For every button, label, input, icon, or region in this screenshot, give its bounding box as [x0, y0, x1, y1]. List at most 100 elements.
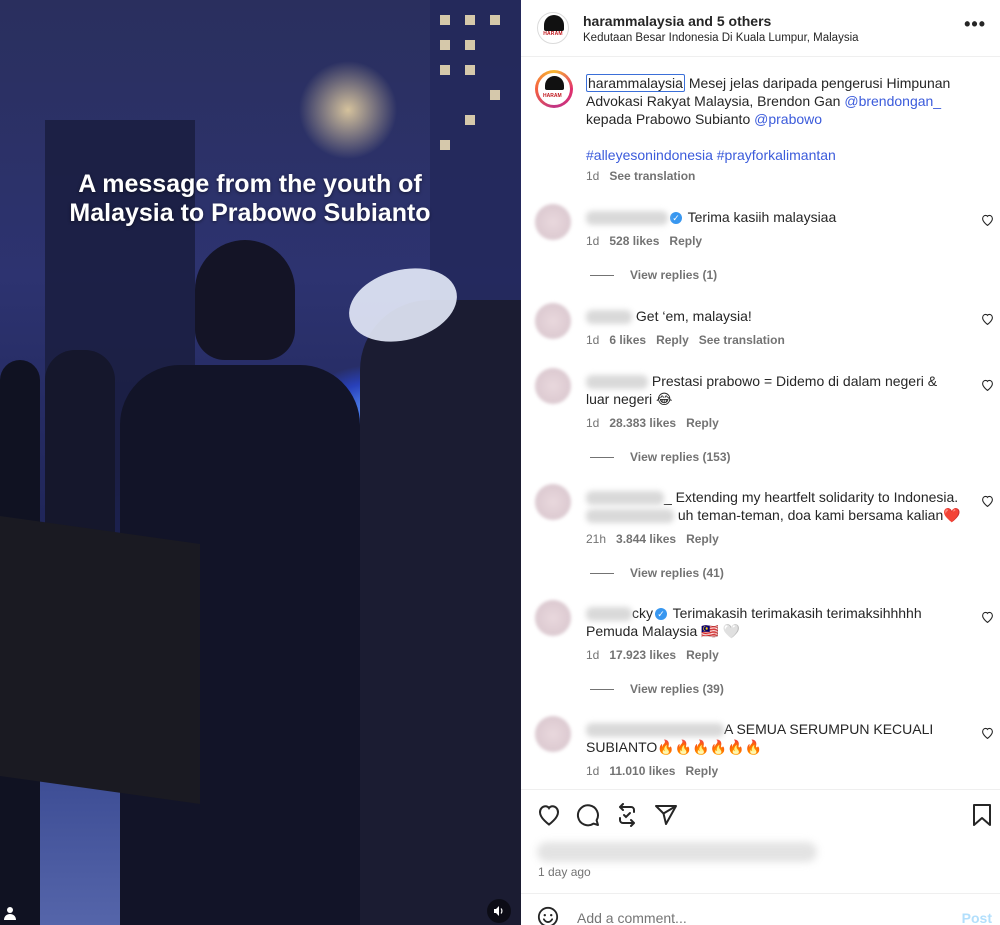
commenter-username[interactable] — [586, 491, 664, 506]
view-replies-button[interactable]: View replies (1) — [590, 268, 717, 282]
hashtag-link[interactable]: #alleyesonindonesia — [586, 147, 713, 163]
comment-like-heart-icon[interactable] — [981, 313, 994, 328]
repost-icon[interactable] — [614, 802, 640, 828]
see-translation-button[interactable]: See translation — [699, 333, 785, 347]
comment-body: Get ‘em, malaysia! — [635, 308, 752, 324]
comment-body: Prestasi prabowo = Didemo di dalam neger… — [651, 373, 938, 389]
view-replies-button[interactable]: View replies (41) — [590, 566, 724, 580]
building-window — [440, 15, 450, 25]
caption-time: 1d — [586, 169, 600, 183]
commenter-username[interactable] — [586, 723, 724, 738]
comment-text: ✓ Terima kasiih malaysiaa — [586, 208, 971, 226]
commenter-avatar[interactable] — [535, 368, 571, 404]
view-replies-button[interactable]: View replies (39) — [590, 682, 724, 696]
comment-time: 1d — [586, 648, 600, 662]
user-tag-icon[interactable] — [3, 906, 17, 923]
mention-link[interactable]: @prabowo — [754, 111, 822, 127]
comment-item: Get ‘em, malaysia! 1d 6 likes Reply See tra… — [521, 301, 1000, 361]
view-replies-label: View replies (39) — [630, 682, 724, 696]
commenter-username[interactable] — [586, 607, 632, 622]
replies-line — [590, 456, 614, 458]
commenter-avatar[interactable] — [535, 600, 571, 636]
person-head — [195, 240, 295, 360]
mention-link[interactable]: @brendongan_ — [844, 93, 941, 109]
view-replies-label: View replies (1) — [630, 268, 718, 282]
building-window — [465, 15, 475, 25]
building-window — [440, 65, 450, 75]
commenter-avatar[interactable] — [535, 204, 571, 240]
commenter-username[interactable] — [586, 211, 668, 226]
post-actions: 1 day ago — [521, 789, 1000, 893]
post-header: HARAM harammalaysia and 5 others Kedutaa… — [521, 0, 1000, 57]
commenter-username[interactable] — [586, 310, 632, 325]
comment-likes[interactable]: 17.923 likes — [609, 648, 676, 662]
comment-likes[interactable]: 28.383 likes — [609, 416, 676, 430]
liked-by-summary[interactable] — [537, 842, 817, 862]
reply-button[interactable]: Reply — [686, 416, 719, 430]
verified-badge-icon: ✓ — [670, 212, 682, 225]
comment-time: 1d — [586, 234, 600, 248]
comment-icon[interactable] — [575, 802, 601, 828]
logo-shape — [545, 76, 564, 90]
author-avatar[interactable]: HARAM — [537, 12, 569, 44]
more-options-button[interactable]: ••• — [964, 14, 986, 35]
caption-meta: 1d See translation — [586, 167, 986, 185]
comment-likes[interactable]: 528 likes — [609, 234, 659, 248]
comment-meta: 1d 11.010 likes Reply — [586, 764, 718, 778]
post-comment-button[interactable]: Post — [962, 910, 992, 925]
comment-like-heart-icon[interactable] — [981, 495, 994, 510]
comment-body-cont: Pemuda Malaysia 🇲🇾 🤍 — [586, 623, 740, 639]
reply-button[interactable]: Reply — [669, 234, 702, 248]
collaborators-link[interactable]: and 5 others — [688, 13, 771, 29]
commenter-avatar[interactable] — [535, 303, 571, 339]
caption-author-avatar[interactable]: HARAM — [535, 70, 573, 108]
verified-badge-icon: ✓ — [655, 608, 667, 621]
building-window — [465, 40, 475, 50]
building-window — [440, 140, 450, 150]
see-translation-button[interactable]: See translation — [609, 169, 695, 183]
comment-text: Prestasi prabowo = Didemo di dalam neger… — [586, 372, 971, 408]
comment-like-heart-icon[interactable] — [981, 611, 994, 626]
commenter-username[interactable] — [586, 375, 648, 390]
comment-like-heart-icon[interactable] — [981, 379, 994, 394]
speaker-icon[interactable] — [487, 899, 511, 923]
reply-button[interactable]: Reply — [686, 648, 719, 662]
building-window — [465, 115, 475, 125]
header-authors: harammalaysia and 5 others — [583, 13, 859, 29]
reply-button[interactable]: Reply — [686, 532, 719, 546]
person-silhouette — [45, 350, 115, 540]
building-window — [490, 90, 500, 100]
caption-username[interactable]: harammalaysia — [586, 74, 685, 92]
comment-likes[interactable]: 6 likes — [609, 333, 646, 347]
bookmark-icon[interactable] — [969, 802, 995, 828]
comment-likes[interactable]: 11.010 likes — [609, 764, 675, 778]
reply-button[interactable]: Reply — [656, 333, 689, 347]
heart-icon[interactable] — [536, 802, 562, 828]
comment-input[interactable] — [577, 910, 917, 925]
reply-button[interactable]: Reply — [685, 764, 718, 778]
comment-meta: 1d 6 likes Reply See translation — [586, 333, 785, 347]
banner — [0, 515, 200, 805]
view-replies-button[interactable]: View replies (153) — [590, 450, 731, 464]
comment-body: Extending my heartfelt solidarity to Ind… — [671, 489, 959, 505]
comment-time: 1d — [586, 333, 600, 347]
hashtag-link[interactable]: #prayforkalimantan — [717, 147, 836, 163]
comment-body-cont: uh teman-teman, doa kami bersama kalian❤… — [677, 507, 961, 523]
author-username[interactable]: harammalaysia — [583, 13, 684, 29]
comment-meta: 21h 3.844 likes Reply — [586, 532, 719, 546]
location-link[interactable]: Kedutaan Besar Indonesia Di Kuala Lumpur… — [583, 32, 859, 44]
person-silhouette — [360, 300, 521, 925]
commenter-avatar[interactable] — [535, 484, 571, 520]
blurred-text — [586, 509, 674, 524]
comment-text: Get ‘em, malaysia! — [586, 307, 971, 325]
commenter-avatar[interactable] — [535, 716, 571, 752]
caption-text: harammalaysia Mesej jelas daripada penge… — [586, 74, 986, 185]
comment-like-heart-icon[interactable] — [981, 214, 994, 229]
post-media[interactable]: A message from the youth of Malaysia to … — [0, 0, 521, 925]
share-icon[interactable] — [653, 802, 679, 828]
comment-body-cont: SUBIANTO🔥🔥🔥🔥🔥🔥 — [586, 739, 762, 755]
video-overlay-text: A message from the youth of Malaysia to … — [0, 170, 500, 228]
comment-like-heart-icon[interactable] — [981, 727, 994, 742]
emoji-icon[interactable] — [537, 906, 561, 925]
comment-likes[interactable]: 3.844 likes — [616, 532, 676, 546]
